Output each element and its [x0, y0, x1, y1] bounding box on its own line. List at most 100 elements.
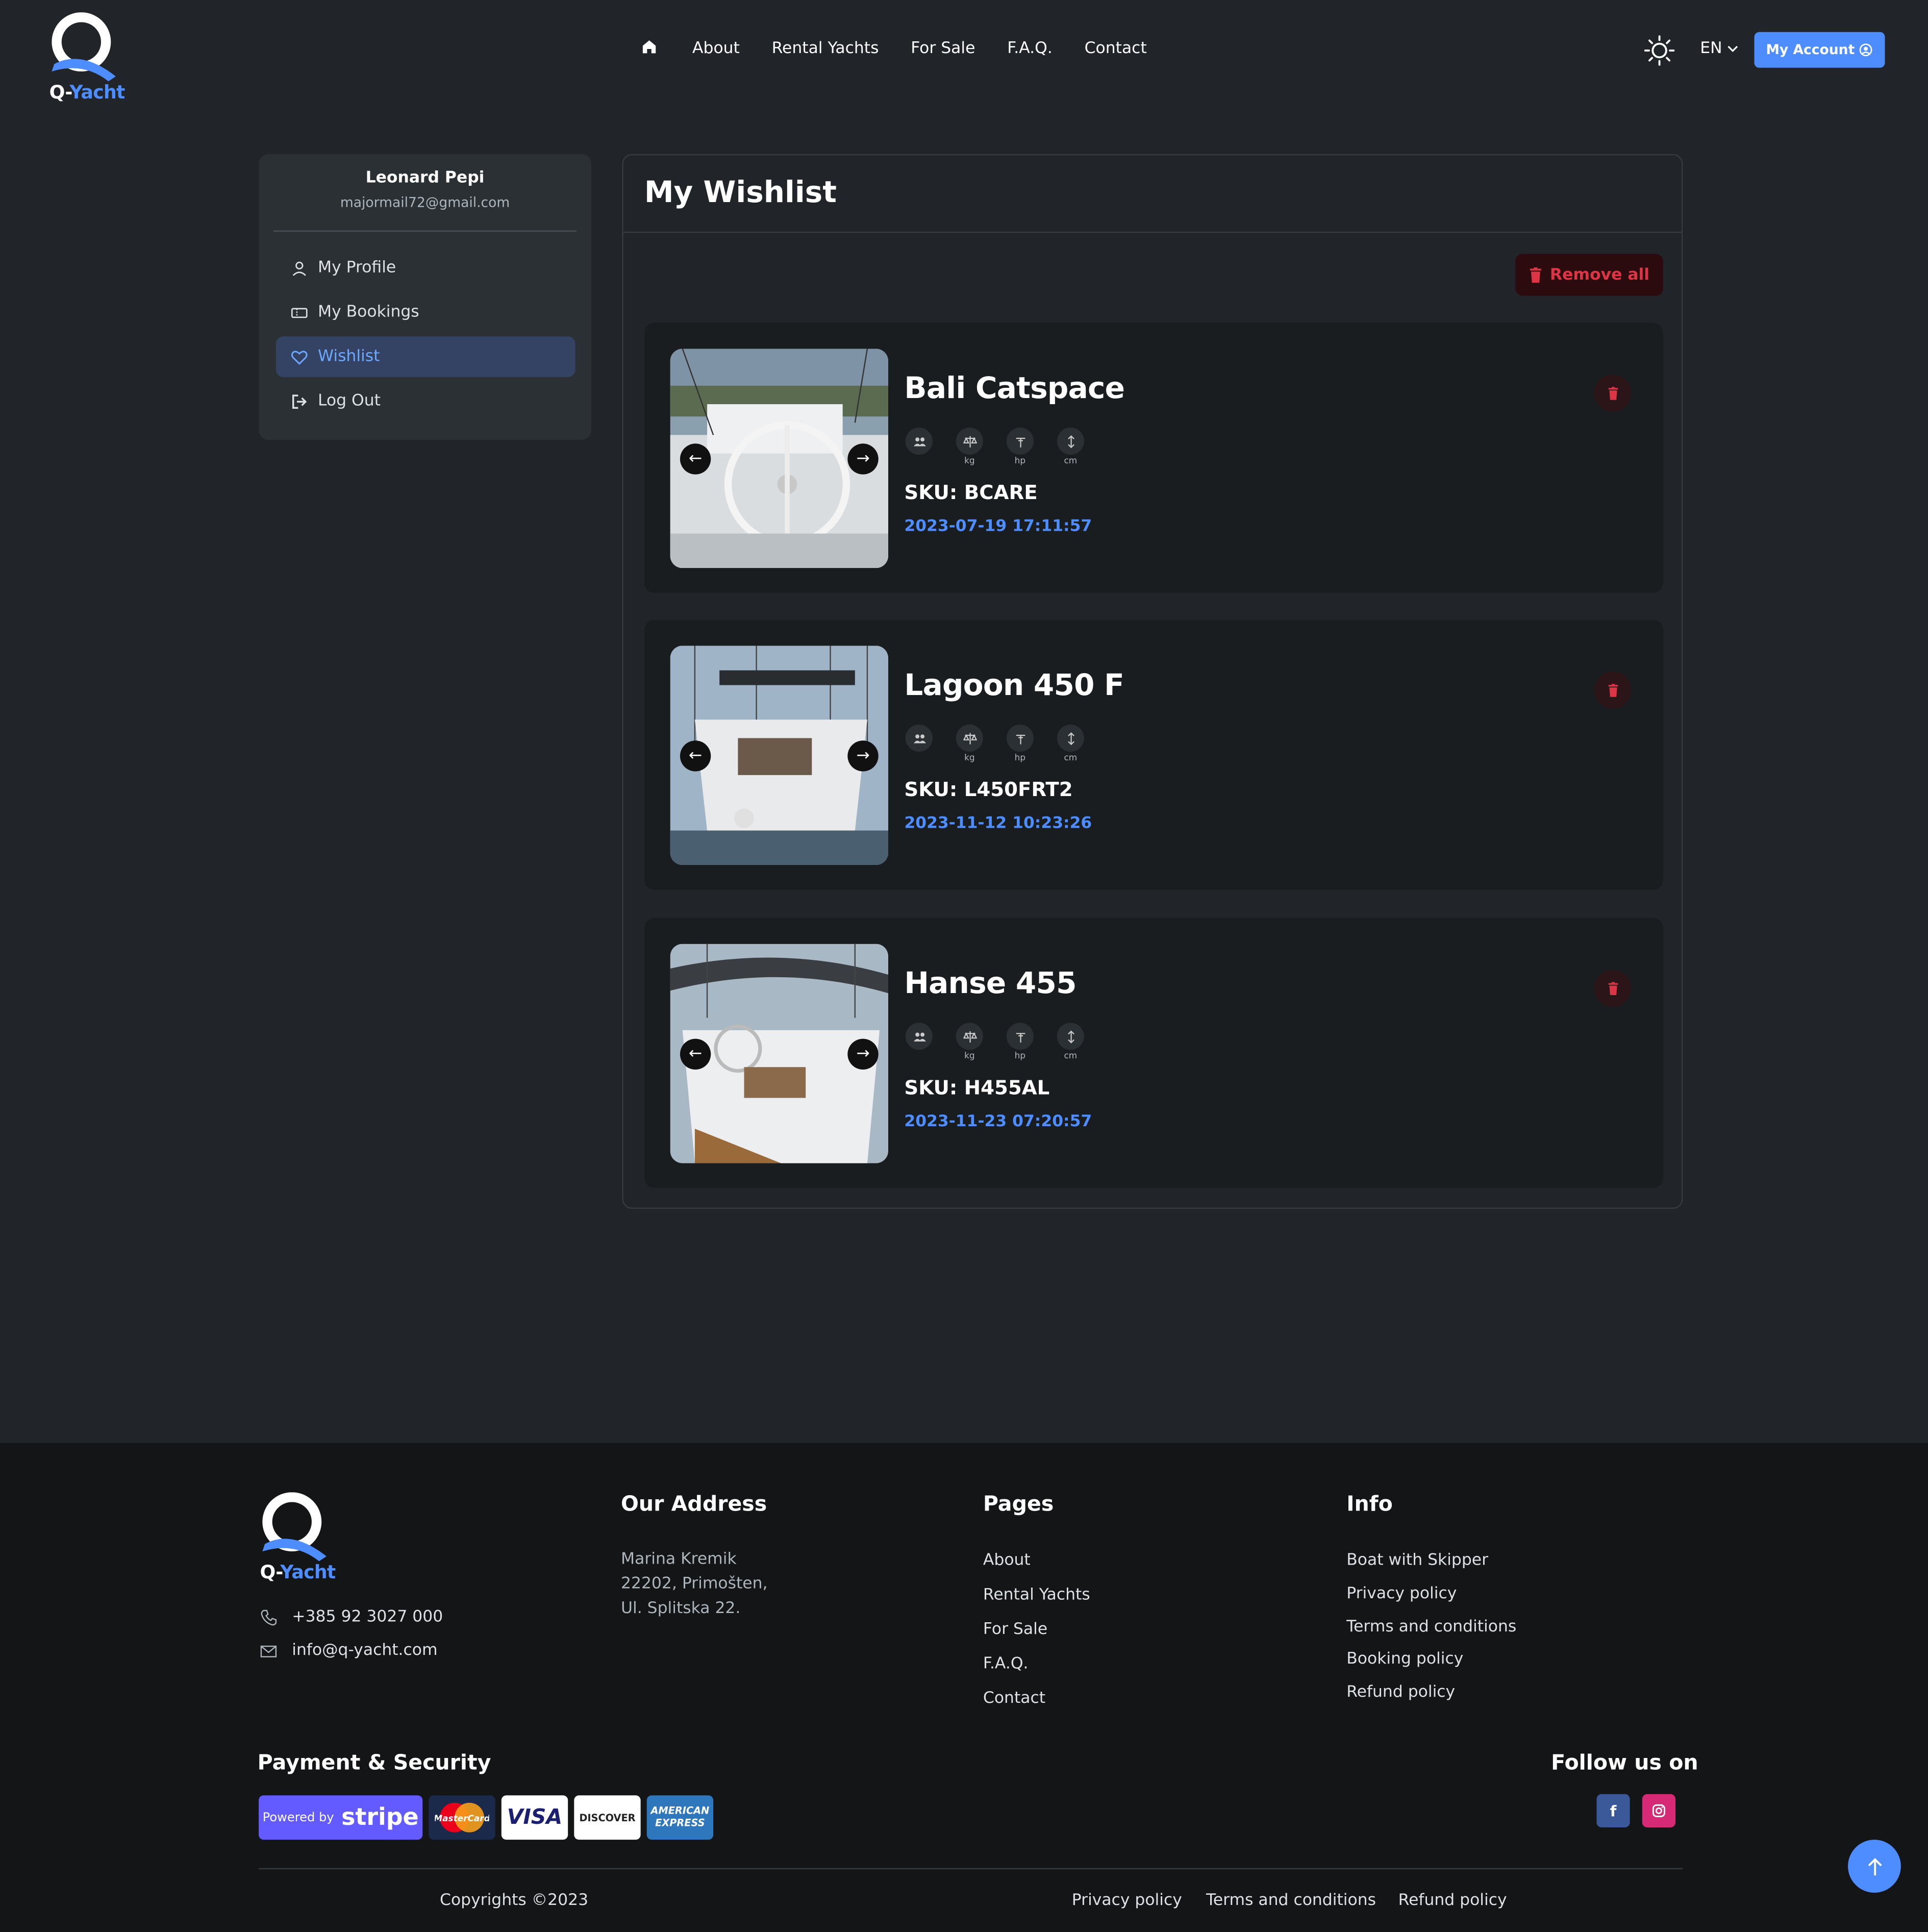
account-sidebar: Leonard Pepi majormail72@gmail.com My Pr…: [259, 154, 592, 440]
footer-link-contact[interactable]: Contact: [983, 1690, 1045, 1708]
q-logo-icon: [52, 12, 116, 82]
home-icon[interactable]: [641, 38, 661, 58]
weight-spec: kg: [955, 724, 984, 763]
people-icon: [905, 427, 933, 455]
trash-icon: [1608, 683, 1618, 697]
yacht-name[interactable]: Bali Catspace: [904, 371, 1125, 406]
bottom-link-terms[interactable]: Terms and conditions: [1206, 1892, 1376, 1910]
sidebar-item-label: Log Out: [317, 391, 381, 411]
length-spec: cm: [1056, 724, 1085, 763]
divider: [273, 230, 577, 232]
pages-heading: Pages: [983, 1492, 1054, 1517]
trash-icon: [1608, 386, 1618, 400]
page-title: My Wishlist: [644, 175, 837, 210]
arrow-left-icon[interactable]: ←: [680, 1038, 711, 1070]
trash-icon: [1530, 266, 1542, 282]
sidebar-item-label: Wishlist: [317, 347, 380, 366]
nav-about[interactable]: About: [692, 39, 740, 57]
footer-email[interactable]: info@q-yacht.com: [260, 1641, 438, 1660]
site-logo[interactable]: Q-Yacht: [47, 12, 136, 106]
yacht-specs: kg hp cm: [904, 1023, 1085, 1061]
bottom-link-privacy-policy[interactable]: Privacy policy: [1072, 1892, 1182, 1910]
main-nav: About Rental Yachts For Sale F.A.Q. Cont…: [641, 38, 1147, 58]
address-block: Marina Kremik 22202, Primošten, Ul. Spli…: [621, 1550, 768, 1618]
footer-link-privacy-policy[interactable]: Privacy policy: [1346, 1584, 1457, 1603]
theme-toggle-sun-icon[interactable]: [1643, 35, 1675, 67]
wishlist-item: ← → Lagoon 450 F kg hp cm SKU: L450FRT2 …: [644, 620, 1663, 890]
payment-heading: Payment & Security: [257, 1751, 491, 1776]
discover-logo: DISCOVER: [574, 1795, 641, 1840]
people-icon: [905, 1023, 933, 1050]
arrow-left-icon[interactable]: ←: [680, 443, 711, 475]
stripe-badge: Powered by stripe: [259, 1795, 423, 1840]
yacht-name[interactable]: Lagoon 450 F: [904, 668, 1124, 703]
yacht-specs: kg hp cm: [904, 724, 1085, 763]
trash-icon: [1608, 981, 1618, 995]
weight-spec: kg: [955, 1023, 984, 1061]
yacht-specs: kg hp cm: [904, 427, 1085, 466]
language-select[interactable]: EN: [1700, 39, 1738, 58]
scroll-to-top-button[interactable]: [1848, 1840, 1901, 1893]
remove-item-button[interactable]: [1594, 375, 1632, 412]
remove-item-button[interactable]: [1594, 672, 1632, 709]
footer-link-booking-policy[interactable]: Booking policy: [1346, 1650, 1463, 1668]
footer-link-terms[interactable]: Terms and conditions: [1346, 1618, 1516, 1637]
sidebar-item-label: My Profile: [317, 259, 396, 278]
ticket-icon: [291, 307, 308, 317]
my-account-button[interactable]: My Account: [1754, 32, 1885, 68]
footer-link-about[interactable]: About: [983, 1551, 1031, 1570]
logout-icon: [292, 394, 307, 408]
arrow-right-icon[interactable]: →: [847, 443, 879, 475]
sidebar-item-log-out[interactable]: Log Out: [276, 381, 575, 422]
yacht-photo: ← →: [670, 646, 888, 865]
arrow-right-icon[interactable]: →: [847, 740, 879, 772]
yacht-name[interactable]: Hanse 455: [904, 966, 1076, 1001]
sidebar-item-wishlist[interactable]: Wishlist: [276, 336, 575, 377]
footer-link-faq[interactable]: F.A.Q.: [983, 1655, 1029, 1673]
arrow-up-icon: [1867, 1857, 1882, 1875]
remove-item-button[interactable]: [1594, 970, 1632, 1007]
address-heading: Our Address: [621, 1492, 767, 1517]
divider: [259, 1868, 1683, 1870]
bottom-link-refund-policy[interactable]: Refund policy: [1398, 1892, 1507, 1910]
sidebar-item-my-profile[interactable]: My Profile: [276, 247, 575, 288]
nav-for-sale[interactable]: For Sale: [911, 39, 975, 57]
scale-icon: [956, 1023, 983, 1050]
wishlist-panel: My Wishlist Remove all ← → Bali Catspace…: [622, 154, 1683, 1209]
nav-rental-yachts[interactable]: Rental Yachts: [772, 39, 879, 57]
footer-link-rental-yachts[interactable]: Rental Yachts: [983, 1586, 1090, 1604]
user-icon: [292, 261, 306, 276]
logo-text: Q-Yacht: [49, 81, 126, 104]
footer-phone[interactable]: +385 92 3027 000: [260, 1608, 443, 1626]
facebook-icon[interactable]: f: [1596, 1794, 1630, 1828]
arrow-right-icon[interactable]: →: [847, 1038, 879, 1070]
instagram-icon[interactable]: [1642, 1794, 1675, 1828]
footer-link-for-sale[interactable]: For Sale: [983, 1620, 1047, 1639]
propeller-icon: [1006, 1023, 1034, 1050]
scale-icon: [956, 724, 983, 752]
remove-all-button[interactable]: Remove all: [1515, 254, 1663, 296]
power-spec: hp: [1005, 1023, 1035, 1061]
footer-link-boat-with-skipper[interactable]: Boat with Skipper: [1346, 1551, 1488, 1570]
user-email: majormail72@gmail.com: [340, 194, 510, 211]
language-label: EN: [1700, 39, 1722, 58]
heart-icon: [291, 350, 308, 364]
footer-link-refund-policy[interactable]: Refund policy: [1346, 1683, 1455, 1701]
site-footer: Q-Yacht +385 92 3027 000 info@q-yacht.co…: [0, 1443, 1928, 1932]
copyright: Copyrights ©2023: [440, 1891, 589, 1910]
phone-icon: [261, 1609, 277, 1625]
arrow-left-icon[interactable]: ←: [680, 740, 711, 772]
yacht-sku: SKU: L450FRT2: [904, 777, 1073, 801]
yacht-sku: SKU: BCARE: [904, 480, 1038, 504]
follow-heading: Follow us on: [1551, 1751, 1698, 1776]
footer-logo[interactable]: Q-Yacht: [258, 1492, 346, 1586]
amex-logo: AMERICAN EXPRESS: [646, 1795, 714, 1840]
people-spec: [904, 1023, 934, 1061]
divider: [623, 231, 1682, 233]
nav-faq[interactable]: F.A.Q.: [1007, 39, 1053, 57]
wishlist-item: ← → Hanse 455 kg hp cm SKU: H455AL 2023-…: [644, 918, 1663, 1188]
length-spec: cm: [1056, 1023, 1085, 1061]
nav-contact[interactable]: Contact: [1085, 39, 1147, 57]
yacht-photo: ← →: [670, 349, 888, 568]
sidebar-item-my-bookings[interactable]: My Bookings: [276, 292, 575, 333]
